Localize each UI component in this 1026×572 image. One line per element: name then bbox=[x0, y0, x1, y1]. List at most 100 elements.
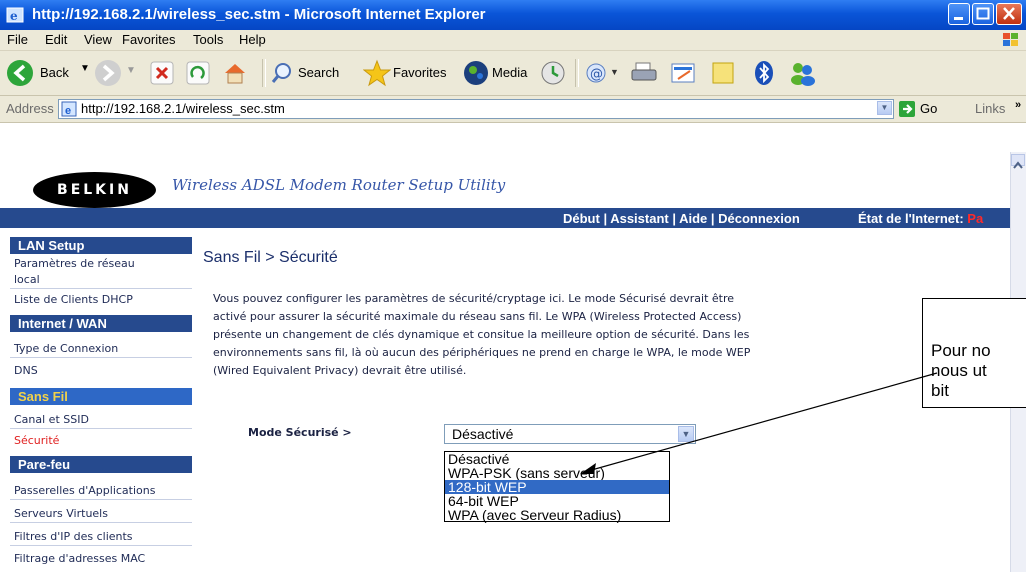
description-line: (Wired Equivalent Privacy) devrait être … bbox=[213, 364, 467, 377]
sidebar-item-serveurs-virtuels[interactable]: Serveurs Virtuels bbox=[14, 507, 192, 520]
media-icon bbox=[464, 61, 488, 85]
description-line: activé pour assurer la sécurité maximale… bbox=[213, 310, 742, 323]
menu-favorites[interactable]: Favorites bbox=[122, 32, 175, 47]
back-label: Back bbox=[40, 65, 69, 80]
window-titlebar: e http://192.168.2.1/wireless_sec.stm - … bbox=[0, 0, 1026, 30]
window-title: http://192.168.2.1/wireless_sec.stm - Mi… bbox=[32, 6, 486, 23]
sidebar-item-canal-ssid[interactable]: Canal et SSID bbox=[14, 413, 192, 426]
option-wpa-radius[interactable]: WPA (avec Serveur Radius) bbox=[445, 508, 669, 522]
sidebar-section-lan-setup: LAN Setup bbox=[10, 237, 192, 254]
ie-window-icon: e bbox=[6, 7, 24, 23]
toolbar: Back ▼ ▼ Search Favorites Media @ ▼ bbox=[0, 51, 1026, 96]
chevron-up-icon bbox=[1013, 161, 1023, 169]
sidebar-section-sans-fil: Sans Fil bbox=[10, 388, 192, 405]
links-button[interactable]: Links bbox=[975, 101, 1005, 116]
menu-help[interactable]: Help bbox=[239, 32, 266, 47]
sidebar-divider bbox=[10, 428, 192, 429]
svg-text:@: @ bbox=[590, 67, 603, 82]
home-icon[interactable] bbox=[222, 61, 246, 85]
toolbar-separator bbox=[262, 59, 266, 87]
chevron-down-icon: ▼ bbox=[80, 63, 90, 74]
sidebar-item-filtres-ip[interactable]: Filtres d'IP des clients bbox=[14, 530, 192, 543]
scroll-up-button[interactable] bbox=[1011, 154, 1025, 169]
bluetooth-icon[interactable] bbox=[752, 60, 776, 86]
sidebar-divider bbox=[10, 499, 192, 500]
address-label: Address bbox=[6, 101, 54, 116]
description-line: présente un changement de clés dynamique… bbox=[213, 328, 750, 341]
page-title: Sans Fil > Sécurité bbox=[203, 249, 338, 266]
address-input[interactable]: e http://192.168.2.1/wireless_sec.stm ▼ bbox=[58, 99, 894, 119]
sidebar-item-dns[interactable]: DNS bbox=[14, 364, 192, 377]
chevron-right-icon[interactable]: » bbox=[1015, 99, 1021, 111]
toolbar-separator bbox=[575, 59, 579, 87]
chevron-down-icon: ▼ bbox=[126, 65, 136, 76]
option-wpa-psk[interactable]: WPA-PSK (sans serveur) bbox=[445, 466, 669, 480]
back-button[interactable]: Back ▼ bbox=[6, 57, 94, 89]
internet-status: État de l'Internet: Pa bbox=[858, 211, 983, 226]
minimize-button[interactable] bbox=[948, 3, 970, 25]
maximize-button[interactable] bbox=[972, 3, 994, 25]
svg-text:▼: ▼ bbox=[610, 67, 619, 77]
maximize-icon bbox=[976, 7, 990, 20]
svg-text:e: e bbox=[65, 105, 71, 117]
back-arrow-icon bbox=[7, 60, 33, 86]
callout-line: Pour no bbox=[931, 341, 991, 360]
internet-status-value: Pa bbox=[967, 211, 984, 226]
annotation-callout: Pour no nous ut bit bbox=[922, 298, 1026, 408]
menu-view[interactable]: View bbox=[84, 32, 112, 47]
search-button[interactable]: Search bbox=[270, 61, 360, 87]
stop-icon[interactable] bbox=[150, 61, 174, 85]
sidebar-item-type-connexion[interactable]: Type de Connexion bbox=[14, 342, 192, 355]
favorites-button[interactable]: Favorites bbox=[363, 59, 463, 87]
address-dropdown-button[interactable]: ▼ bbox=[877, 101, 892, 115]
security-mode-value: Désactivé bbox=[452, 426, 514, 442]
chevron-down-icon[interactable]: ▼ bbox=[678, 426, 694, 442]
print-icon[interactable] bbox=[630, 61, 658, 85]
option-64bit-wep[interactable]: 64-bit WEP bbox=[445, 494, 669, 508]
go-label: Go bbox=[920, 101, 938, 116]
forward-arrow-icon bbox=[95, 60, 121, 86]
sidebar-item-filtrage-mac[interactable]: Filtrage d'adresses MAC bbox=[14, 552, 192, 565]
belkin-logo: BELKIN bbox=[33, 172, 156, 208]
security-mode-dropdown: Désactivé WPA-PSK (sans serveur) 128-bit… bbox=[444, 451, 670, 522]
history-icon[interactable] bbox=[540, 60, 566, 86]
security-mode-select[interactable]: Désactivé ▼ bbox=[444, 424, 696, 444]
minimize-icon bbox=[954, 17, 963, 20]
address-bar: Address e http://192.168.2.1/wireless_se… bbox=[0, 96, 1026, 123]
messenger-icon[interactable] bbox=[788, 60, 818, 86]
sidebar-divider bbox=[10, 522, 192, 523]
sidebar-item-securite[interactable]: Sécurité bbox=[14, 434, 192, 447]
option-128bit-wep[interactable]: 128-bit WEP bbox=[445, 480, 669, 494]
description-line: Vous pouvez configurer les paramètres de… bbox=[213, 292, 735, 305]
media-button[interactable]: Media bbox=[462, 59, 542, 87]
menu-edit[interactable]: Edit bbox=[45, 32, 67, 47]
sidebar-item-clients-dhcp[interactable]: Liste de Clients DHCP bbox=[14, 293, 192, 306]
sidebar-item-parametres-reseau-cont[interactable]: local bbox=[14, 273, 192, 286]
search-label: Search bbox=[298, 65, 340, 80]
top-nav-links[interactable]: Début | Assistant | Aide | Déconnexion bbox=[563, 211, 800, 226]
forward-button[interactable]: ▼ bbox=[94, 59, 138, 87]
svg-text:e: e bbox=[10, 9, 18, 23]
edit-icon[interactable] bbox=[670, 61, 698, 85]
discuss-icon[interactable] bbox=[710, 61, 738, 85]
go-button[interactable]: Go bbox=[898, 99, 958, 119]
address-url: http://192.168.2.1/wireless_sec.stm bbox=[81, 101, 285, 116]
sidebar-item-parametres-reseau[interactable]: Paramètres de réseau bbox=[14, 257, 192, 270]
menu-bar: File Edit View Favorites Tools Help bbox=[0, 30, 1026, 51]
internet-status-label: État de l'Internet: bbox=[858, 211, 964, 226]
menu-tools[interactable]: Tools bbox=[193, 32, 223, 47]
option-desactive[interactable]: Désactivé bbox=[445, 452, 669, 466]
close-icon bbox=[1003, 7, 1015, 20]
mode-securise-label: Mode Sécurisé > bbox=[248, 426, 352, 439]
refresh-icon[interactable] bbox=[186, 61, 210, 85]
sidebar-item-passerelles[interactable]: Passerelles d'Applications bbox=[14, 484, 192, 497]
page-icon: e bbox=[61, 101, 77, 117]
sidebar-divider bbox=[10, 357, 192, 358]
callout-line: nous ut bbox=[931, 361, 987, 380]
mail-icon[interactable]: @ ▼ bbox=[584, 61, 622, 85]
close-button[interactable] bbox=[996, 3, 1022, 25]
sidebar-divider bbox=[10, 545, 192, 546]
header-tagline: Wireless ADSL Modem Router Setup Utility bbox=[172, 176, 506, 194]
star-icon bbox=[363, 59, 391, 87]
menu-file[interactable]: File bbox=[7, 32, 28, 47]
